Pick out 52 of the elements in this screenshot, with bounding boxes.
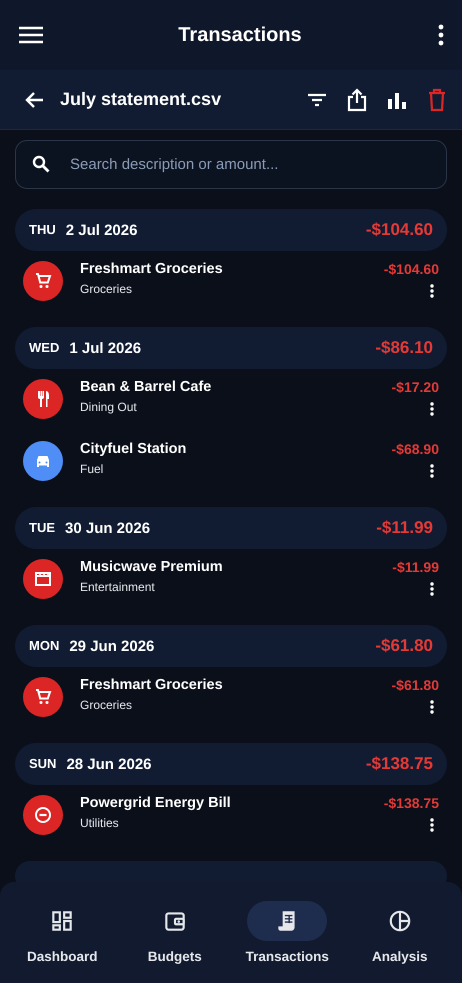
merchant-name: Freshmart Groceries	[80, 677, 224, 693]
day-total: -$138.75	[366, 754, 433, 774]
merchant-name: Cityfuel Station	[80, 441, 188, 457]
more-icon	[429, 817, 435, 833]
merchant-name: Bean & Barrel Cafe	[80, 379, 212, 395]
nav-tab[interactable]: Analysis	[344, 901, 455, 964]
amount: -$138.75	[384, 795, 439, 811]
more-icon	[429, 463, 435, 479]
date-label: 30 Jun 2026	[65, 520, 152, 536]
more-icon	[429, 699, 435, 715]
nav-tab[interactable]: Budgets	[120, 901, 230, 964]
more-icon	[429, 581, 435, 597]
merchant-name: Musicwave Premium	[80, 559, 224, 575]
more-icon	[429, 283, 435, 299]
date-label: 28 Jun 2026	[66, 756, 153, 772]
search-field[interactable]: Search description or amount...	[15, 140, 447, 189]
amount: -$11.99	[392, 559, 439, 575]
screen-title: Transactions	[177, 24, 303, 46]
more-icon	[429, 401, 435, 417]
amount: -$68.90	[392, 441, 439, 457]
more-icon	[436, 23, 446, 47]
file-name: July statement.csv	[60, 89, 222, 110]
category-label: Groceries	[80, 698, 134, 712]
category-label: Groceries	[80, 282, 134, 296]
day-total: -$86.10	[375, 338, 433, 358]
category-label: Utilities	[80, 816, 120, 830]
weekday-label: THU	[29, 222, 56, 236]
amount: -$17.20	[392, 379, 439, 395]
weekday-label: TUE	[29, 520, 55, 534]
date-label: 2 Jul 2026	[66, 222, 138, 238]
category-label: Dining Out	[80, 400, 138, 414]
weekday-label: WED	[29, 340, 60, 354]
date-label: 1 Jul 2026	[69, 340, 142, 356]
nav-tab[interactable]: Transactions	[232, 901, 342, 964]
merchant-name: Freshmart Groceries	[80, 261, 224, 277]
day-total: -$61.80	[375, 636, 433, 656]
day-total: -$11.99	[376, 518, 433, 538]
trash-icon	[426, 88, 448, 112]
amount: -$61.80	[392, 677, 439, 693]
menu-icon	[18, 24, 44, 46]
amount: -$104.60	[384, 261, 439, 277]
merchant-name: Powergrid Energy Bill	[80, 795, 232, 811]
weekday-label: MON	[29, 638, 60, 652]
date-label: 29 Jun 2026	[69, 638, 156, 654]
category-label: Entertainment	[80, 580, 156, 594]
pie-chart-icon	[386, 908, 413, 934]
day-total: -$104.60	[366, 220, 433, 240]
back-arrow-icon	[24, 90, 44, 108]
category-label: Fuel	[80, 462, 104, 476]
share-icon	[346, 88, 368, 112]
nav-tab[interactable]: Dashboard	[7, 901, 118, 964]
weekday-label: SUN	[29, 756, 56, 770]
